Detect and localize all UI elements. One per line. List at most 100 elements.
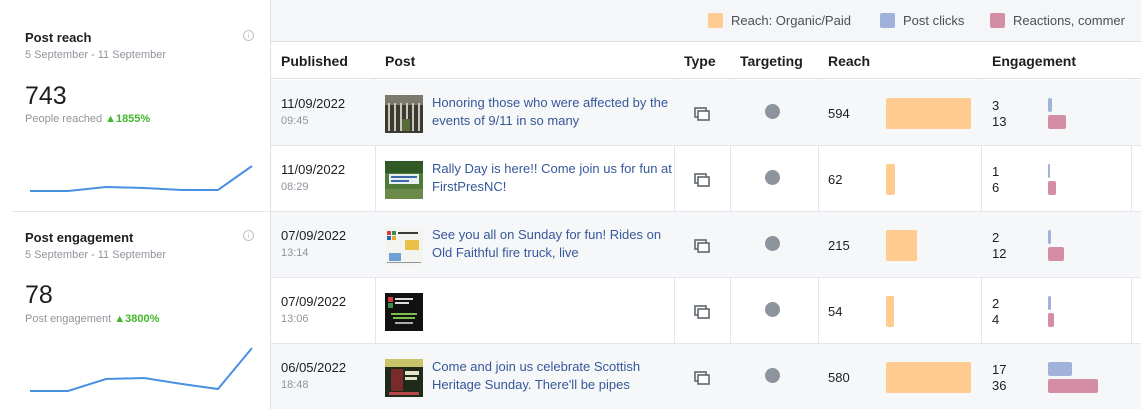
post-thumbnail[interactable]: [385, 359, 423, 397]
card-label: People reached: [25, 113, 103, 125]
legend-swatch: [880, 13, 895, 28]
clicks-bar: [1048, 362, 1072, 376]
card-value: 78: [25, 281, 53, 309]
column-header-engagement[interactable]: Engagement: [992, 53, 1076, 69]
clicks-value: 17: [992, 362, 1007, 377]
multi-photo-icon: [694, 173, 710, 187]
reach-bar: [886, 296, 894, 327]
column-header-type[interactable]: Type: [684, 53, 716, 69]
card-date-range: 5 September - 11 September: [25, 49, 167, 61]
reactions-value: 4: [992, 312, 1000, 327]
published-date: 11/09/2022: [281, 162, 346, 177]
reactions-bar: [1048, 247, 1064, 261]
reach-bar: [886, 230, 917, 261]
published-date: 07/09/2022: [281, 294, 347, 309]
reactions-bar: [1048, 313, 1054, 327]
globe-icon: [765, 104, 780, 119]
clicks-value: 2: [992, 230, 1000, 245]
clicks-bar: [1048, 98, 1052, 112]
summary-panel: Post reach i 5 September - 11 September …: [0, 0, 271, 409]
reach-bar: [886, 98, 971, 129]
globe-icon: [765, 236, 780, 251]
published-time: 09:45: [281, 115, 309, 127]
post-thumbnail[interactable]: [385, 227, 423, 265]
delta-badge: ▲3800%: [114, 313, 160, 325]
clicks-value: 2: [992, 296, 1000, 311]
post-engagement-card[interactable]: Post engagement i 5 September - 11 Septe…: [12, 213, 270, 409]
info-icon[interactable]: i: [243, 30, 254, 41]
legend-label: Reactions, commer: [1013, 13, 1125, 28]
clicks-value: 1: [992, 164, 1000, 179]
card-subtitle: Post engagement ▲3800%: [25, 313, 159, 325]
column-header-post[interactable]: Post: [385, 53, 415, 69]
multi-photo-icon: [694, 239, 710, 253]
multi-photo-icon: [694, 305, 710, 319]
legend-swatch: [990, 13, 1005, 28]
multi-photo-icon: [694, 107, 710, 121]
reach-value: 215: [828, 238, 850, 253]
legend-item-reactions[interactable]: Reactions, commer: [990, 13, 1125, 29]
reach-bar: [886, 164, 895, 195]
clicks-bar: [1048, 296, 1051, 310]
table-row[interactable]: 11/09/2022 08:29 Rally Day is here!! Com…: [271, 146, 1141, 212]
column-header-reach[interactable]: Reach: [828, 53, 870, 69]
card-value: 743: [25, 82, 67, 110]
post-thumbnail[interactable]: [385, 161, 423, 199]
multi-photo-icon: [694, 371, 710, 385]
globe-icon: [765, 302, 780, 317]
reactions-value: 12: [992, 246, 1007, 261]
reactions-bar: [1048, 115, 1066, 129]
card-title: Post reach: [25, 30, 92, 45]
reach-value: 62: [828, 172, 843, 187]
clicks-bar: [1048, 230, 1051, 244]
table-row[interactable]: 06/05/2022 18:48 Come and join us celebr…: [271, 344, 1141, 409]
reactions-bar: [1048, 379, 1098, 393]
card-label: Post engagement: [25, 313, 112, 325]
post-thumbnail[interactable]: [385, 293, 423, 331]
engagement-sparkline: [30, 347, 253, 392]
published-time: 13:06: [281, 313, 309, 325]
info-icon[interactable]: i: [243, 230, 254, 241]
post-link[interactable]: Come and join us celebrate Scottish Heri…: [432, 358, 672, 394]
published-time: 08:29: [281, 181, 309, 193]
reach-bar: [886, 362, 971, 393]
reactions-bar: [1048, 181, 1056, 195]
post-reach-card[interactable]: Post reach i 5 September - 11 September …: [12, 0, 270, 212]
reach-value: 594: [828, 106, 850, 121]
column-header-targeting[interactable]: Targeting: [740, 53, 803, 69]
post-thumbnail[interactable]: [385, 95, 423, 133]
clicks-value: 3: [992, 98, 1000, 113]
reach-sparkline: [30, 165, 253, 192]
card-subtitle: People reached ▲1855%: [25, 113, 150, 125]
reach-value: 54: [828, 304, 843, 319]
published-time: 18:48: [281, 379, 309, 391]
reactions-value: 36: [992, 378, 1007, 393]
table-row[interactable]: 07/09/2022 13:14 See you all on Sunday f…: [271, 212, 1141, 278]
legend-label: Reach: Organic/Paid: [731, 13, 851, 28]
globe-icon: [765, 368, 780, 383]
legend-item-reach[interactable]: Reach: Organic/Paid: [708, 13, 851, 29]
chart-legend: Reach: Organic/Paid Post clicks Reaction…: [271, 0, 1141, 42]
card-title: Post engagement: [25, 230, 134, 245]
legend-item-clicks[interactable]: Post clicks: [880, 13, 964, 29]
globe-icon: [765, 170, 780, 185]
published-date: 06/05/2022: [281, 360, 347, 375]
column-header-published[interactable]: Published: [281, 53, 348, 69]
table-row[interactable]: 11/09/2022 09:45 Honoring those who were…: [271, 80, 1141, 146]
legend-swatch: [708, 13, 723, 28]
reactions-value: 6: [992, 180, 1000, 195]
table-row[interactable]: 07/09/2022 13:06 54 2 4: [271, 278, 1141, 344]
post-link[interactable]: Honoring those who were affected by the …: [432, 94, 672, 130]
delta-badge: ▲1855%: [105, 113, 151, 125]
reactions-value: 13: [992, 114, 1007, 129]
post-link[interactable]: See you all on Sunday for fun! Rides on …: [432, 226, 672, 262]
post-link[interactable]: Rally Day is here!! Come join us for fun…: [432, 160, 672, 196]
reach-value: 580: [828, 370, 850, 385]
table-header: Published Post Type Targeting Reach Enga…: [271, 42, 1141, 79]
published-time: 13:14: [281, 247, 309, 259]
clicks-bar: [1048, 164, 1050, 178]
published-date: 11/09/2022: [281, 96, 346, 111]
legend-label: Post clicks: [903, 13, 965, 28]
published-date: 07/09/2022: [281, 228, 347, 243]
card-date-range: 5 September - 11 September: [25, 249, 167, 261]
